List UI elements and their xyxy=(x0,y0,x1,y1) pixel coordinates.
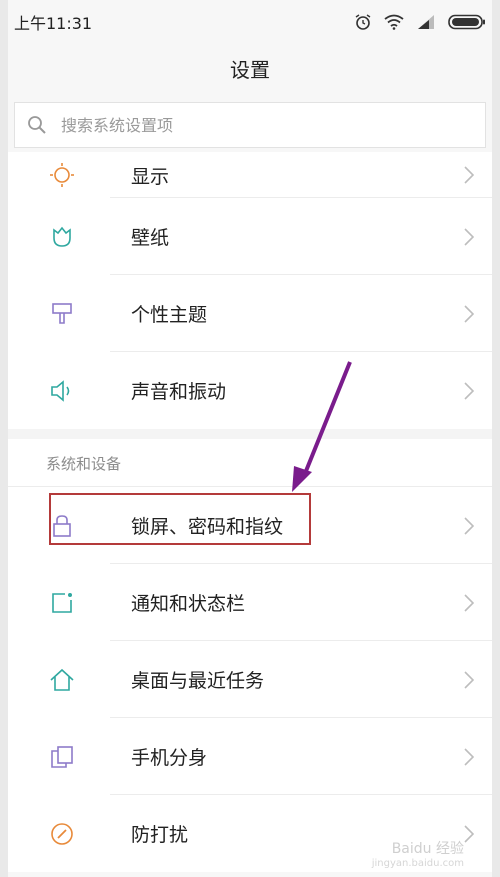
battery-icon xyxy=(448,14,485,30)
watermark: Baidu 经验 jingyan.baidu.com xyxy=(372,838,464,869)
settings-item-label: 显示 xyxy=(131,165,170,188)
settings-item-label: 通知和状态栏 xyxy=(131,593,246,615)
status-bar: 上午11:31 xyxy=(8,0,492,44)
settings-item-display[interactable]: 显示 xyxy=(8,152,492,198)
settings-screen: 上午11:31 设置 搜索系统设置项 显示 壁纸 个性主题 声音和振动 系统和设… xyxy=(8,0,492,877)
settings-item-label: 声音和振动 xyxy=(131,381,227,403)
chevron-right-icon xyxy=(464,381,474,400)
alarm-icon xyxy=(355,14,371,30)
chevron-right-icon xyxy=(464,747,474,766)
chevron-right-icon xyxy=(464,593,474,612)
page-title: 设置 xyxy=(230,57,270,82)
settings-item-label: 壁纸 xyxy=(131,227,170,249)
flower-icon xyxy=(48,223,76,251)
settings-item-lockscreen[interactable]: 锁屏、密码和指纹 xyxy=(8,487,492,564)
settings-item-home[interactable]: 桌面与最近任务 xyxy=(8,641,492,718)
background-edge-left xyxy=(0,0,8,877)
background-edge-right xyxy=(492,0,500,877)
settings-item-notifications[interactable]: 通知和状态栏 xyxy=(8,564,492,641)
settings-item-wallpaper[interactable]: 壁纸 xyxy=(8,198,492,275)
chevron-right-icon xyxy=(464,304,474,323)
chevron-right-icon xyxy=(464,824,474,843)
settings-item-theme[interactable]: 个性主题 xyxy=(8,275,492,352)
notification-icon xyxy=(48,589,76,617)
settings-item-label: 个性主题 xyxy=(131,304,208,326)
settings-list-bottom: 锁屏、密码和指纹 通知和状态栏 桌面与最近任务 手机分身 防打扰 xyxy=(8,487,492,872)
annotation-arrow xyxy=(292,361,352,492)
wifi-icon xyxy=(384,14,404,30)
signal-icon xyxy=(418,15,434,29)
compass-icon xyxy=(48,820,76,848)
home-icon xyxy=(48,666,76,694)
search-input[interactable] xyxy=(59,114,473,136)
copy-icon xyxy=(48,743,76,771)
watermark-brand: Baidu 经验 xyxy=(391,841,464,857)
settings-list-top: 显示 壁纸 个性主题 声音和振动 xyxy=(8,152,492,429)
highlight-box xyxy=(49,493,311,545)
speaker-icon xyxy=(48,377,76,405)
sun-icon xyxy=(48,161,76,189)
search-container xyxy=(8,92,492,148)
search-box[interactable] xyxy=(14,102,486,148)
section-title: 系统和设备 xyxy=(46,454,122,473)
settings-item-label: 手机分身 xyxy=(131,747,208,769)
status-icons xyxy=(354,13,486,31)
settings-item-dual-apps[interactable]: 手机分身 xyxy=(8,718,492,795)
brush-icon xyxy=(48,300,76,328)
watermark-url: jingyan.baidu.com xyxy=(371,858,464,869)
section-header: 系统和设备 xyxy=(8,439,492,487)
chevron-right-icon xyxy=(464,227,474,246)
status-time: 上午11:31 xyxy=(14,14,93,33)
search-icon xyxy=(28,116,46,134)
title-bar: 设置 xyxy=(8,44,492,92)
chevron-right-icon xyxy=(464,166,474,184)
chevron-right-icon xyxy=(464,516,474,535)
chevron-right-icon xyxy=(464,670,474,689)
settings-item-label: 防打扰 xyxy=(131,824,189,846)
section-gap xyxy=(8,429,492,439)
settings-item-sound[interactable]: 声音和振动 xyxy=(8,352,492,429)
settings-item-label: 桌面与最近任务 xyxy=(131,670,265,692)
